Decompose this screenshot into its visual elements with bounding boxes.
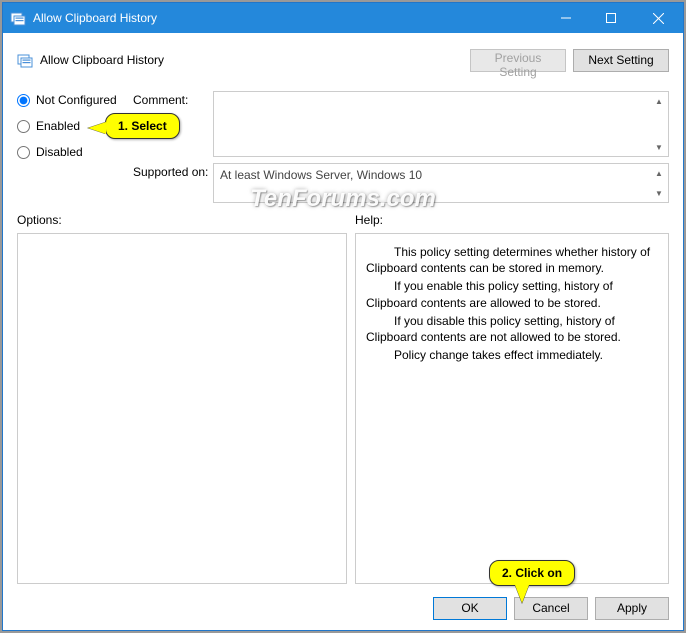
dialog-buttons: OK Cancel Apply: [17, 584, 669, 630]
radio-enabled-label: Enabled: [36, 119, 80, 133]
gpo-dialog: Allow Clipboard History Allow Clipboard …: [2, 2, 684, 631]
comment-textarea[interactable]: ▲ ▼: [213, 91, 669, 157]
maximize-button[interactable]: [588, 3, 633, 33]
radio-not-configured-input[interactable]: [17, 94, 30, 107]
policy-title: Allow Clipboard History: [40, 53, 164, 67]
callout-select: 1. Select: [105, 113, 180, 139]
scroll-down-icon[interactable]: ▼: [651, 139, 667, 155]
scroll-up-icon[interactable]: ▲: [651, 93, 667, 109]
state-radios: Not Configured Enabled Disabled: [17, 91, 133, 203]
options-panel: [17, 233, 347, 584]
radio-not-configured[interactable]: Not Configured: [17, 93, 133, 107]
radio-not-configured-label: Not Configured: [36, 93, 117, 107]
previous-setting-button[interactable]: Previous Setting: [470, 49, 566, 72]
help-panel: This policy setting determines whether h…: [355, 233, 669, 584]
titlebar: Allow Clipboard History: [3, 3, 683, 33]
help-p1: This policy setting determines whether h…: [366, 244, 658, 276]
callout-click: 2. Click on: [489, 560, 575, 586]
minimize-button[interactable]: [543, 3, 588, 33]
help-p2: If you enable this policy setting, histo…: [366, 278, 658, 310]
callout-1-tail: [88, 122, 106, 134]
lower-panels: Options: Help: This policy setting deter…: [17, 213, 669, 584]
help-p3: If you disable this policy setting, hist…: [366, 313, 658, 345]
supported-on-text: At least Windows Server, Windows 10: [220, 168, 422, 182]
apply-button[interactable]: Apply: [595, 597, 669, 620]
radio-disabled-input[interactable]: [17, 146, 30, 159]
options-label: Options:: [17, 213, 347, 229]
radio-disabled[interactable]: Disabled: [17, 145, 133, 159]
help-p4: Policy change takes effect immediately.: [366, 347, 658, 363]
scroll-up-icon[interactable]: ▲: [651, 165, 667, 181]
ok-button[interactable]: OK: [433, 597, 507, 620]
radio-enabled-input[interactable]: [17, 120, 30, 133]
window-title: Allow Clipboard History: [33, 11, 543, 25]
next-setting-button[interactable]: Next Setting: [573, 49, 669, 72]
policy-icon: [17, 52, 33, 68]
app-icon: [10, 10, 26, 26]
help-label: Help:: [355, 213, 669, 229]
header-row: Allow Clipboard History Previous Setting…: [17, 43, 669, 77]
supported-label: Supported on:: [133, 157, 213, 203]
callout-2-tail: [515, 585, 529, 603]
supported-on-box: At least Windows Server, Windows 10 ▲ ▼: [213, 163, 669, 203]
config-grid: Not Configured Enabled Disabled Comment:…: [17, 91, 669, 203]
radio-disabled-label: Disabled: [36, 145, 83, 159]
close-button[interactable]: [633, 3, 683, 33]
scroll-down-icon[interactable]: ▼: [651, 185, 667, 201]
